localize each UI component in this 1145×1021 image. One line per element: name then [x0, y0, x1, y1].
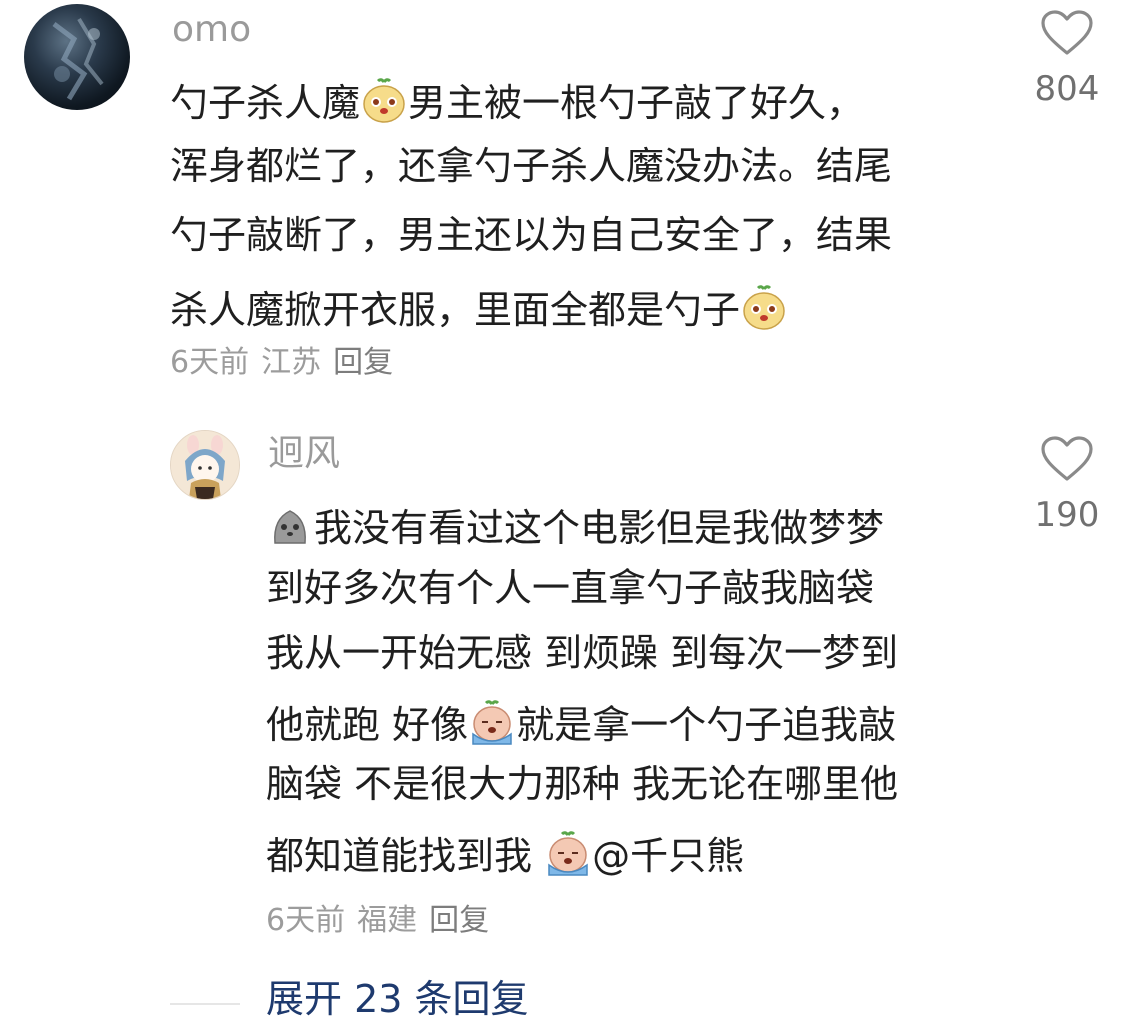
comment-text-line: 我没有看过这个电影但是我做梦梦 — [266, 503, 884, 549]
smiling-radish-emoji — [741, 285, 787, 331]
comment-location: 福建 — [357, 903, 418, 938]
comment-text-line: 我从一开始无感 到烦躁 到每次一梦到 — [266, 634, 898, 672]
heart-icon — [1041, 436, 1093, 481]
avatar-image — [171, 431, 239, 499]
avatar[interactable] — [170, 430, 240, 500]
comment-text: 他就跑 好像 — [266, 702, 469, 747]
crying-radish-emoji — [545, 830, 591, 877]
crying-radish-emoji — [469, 699, 515, 746]
comment-text-line: 浑身都烂了，还拿勺子杀人魔没办法。结尾 — [170, 147, 892, 185]
comment-location: 江苏 — [261, 345, 322, 380]
comment-text-line: 勺子杀人魔 男主被一根勺子敲了好久， — [170, 78, 864, 124]
comment-text-line: 杀人魔掀开衣服，里面全都是勺子 — [170, 285, 788, 331]
comment-text: 到好多次有个人一直拿勺子敲我脑袋 — [266, 565, 875, 610]
comment-text: 勺子杀人魔 — [170, 81, 361, 125]
comment-text-line: 脑袋 不是很大力那种 我无论在哪里他 — [266, 765, 898, 803]
comment-text-line: 他就跑 好像 就是拿一个勺子追我敲 — [266, 699, 897, 747]
comment-text-line: 都知道能找到我 @千只熊 — [266, 830, 745, 878]
comment-time: 6天前 — [170, 345, 250, 380]
heart-icon — [1041, 10, 1093, 55]
avatar-image — [52, 17, 104, 101]
like-button[interactable]: 190 — [1022, 436, 1112, 532]
comment-text-line: 勺子敲断了，男主还以为自己安全了，结果 — [170, 216, 892, 254]
like-count: 804 — [1034, 69, 1100, 109]
reply-button[interactable]: 回复 — [429, 903, 489, 938]
like-button[interactable]: 804 — [1022, 10, 1112, 106]
comment-text: 勺子敲断了，男主还以为自己安全了，结果 — [170, 213, 893, 257]
comment-text: 脑袋 不是很大力那种 我无论在哪里他 — [266, 762, 899, 806]
comment-text-line: 到好多次有个人一直拿勺子敲我脑袋 — [266, 569, 874, 607]
comment-text: 都知道能找到我 — [266, 833, 545, 878]
comment-time: 6天前 — [266, 903, 346, 938]
comment-username[interactable]: omo — [172, 12, 251, 48]
comment-text: @千只熊 — [592, 833, 745, 878]
comment-text: 男主被一根勺子敲了好久， — [408, 81, 865, 125]
comment-text: 就是拿一个勺子追我敲 — [516, 702, 897, 747]
like-count: 190 — [1034, 495, 1100, 535]
comment-meta: 6天前 福建 回复 — [266, 906, 501, 936]
reply-button[interactable]: 回复 — [333, 345, 393, 380]
divider — [170, 1003, 240, 1005]
comment-text: 浑身都烂了，还拿勺子杀人魔没办法。结尾 — [170, 144, 893, 188]
expand-replies-link[interactable]: 展开 23 条回复 — [266, 980, 529, 1018]
comment-text: 我没有看过这个电影但是我做梦梦 — [314, 506, 885, 550]
comment-username[interactable]: 迥风 — [268, 436, 340, 472]
comment-text: 我从一开始无感 到烦躁 到每次一梦到 — [266, 631, 899, 675]
comment-meta: 6天前 江苏 回复 — [170, 348, 405, 378]
avatar[interactable] — [24, 4, 130, 110]
smiling-radish-emoji — [361, 78, 407, 124]
gray-blob-emoji — [267, 503, 313, 549]
comment-text: 杀人魔掀开衣服，里面全都是勺子 — [170, 288, 741, 332]
